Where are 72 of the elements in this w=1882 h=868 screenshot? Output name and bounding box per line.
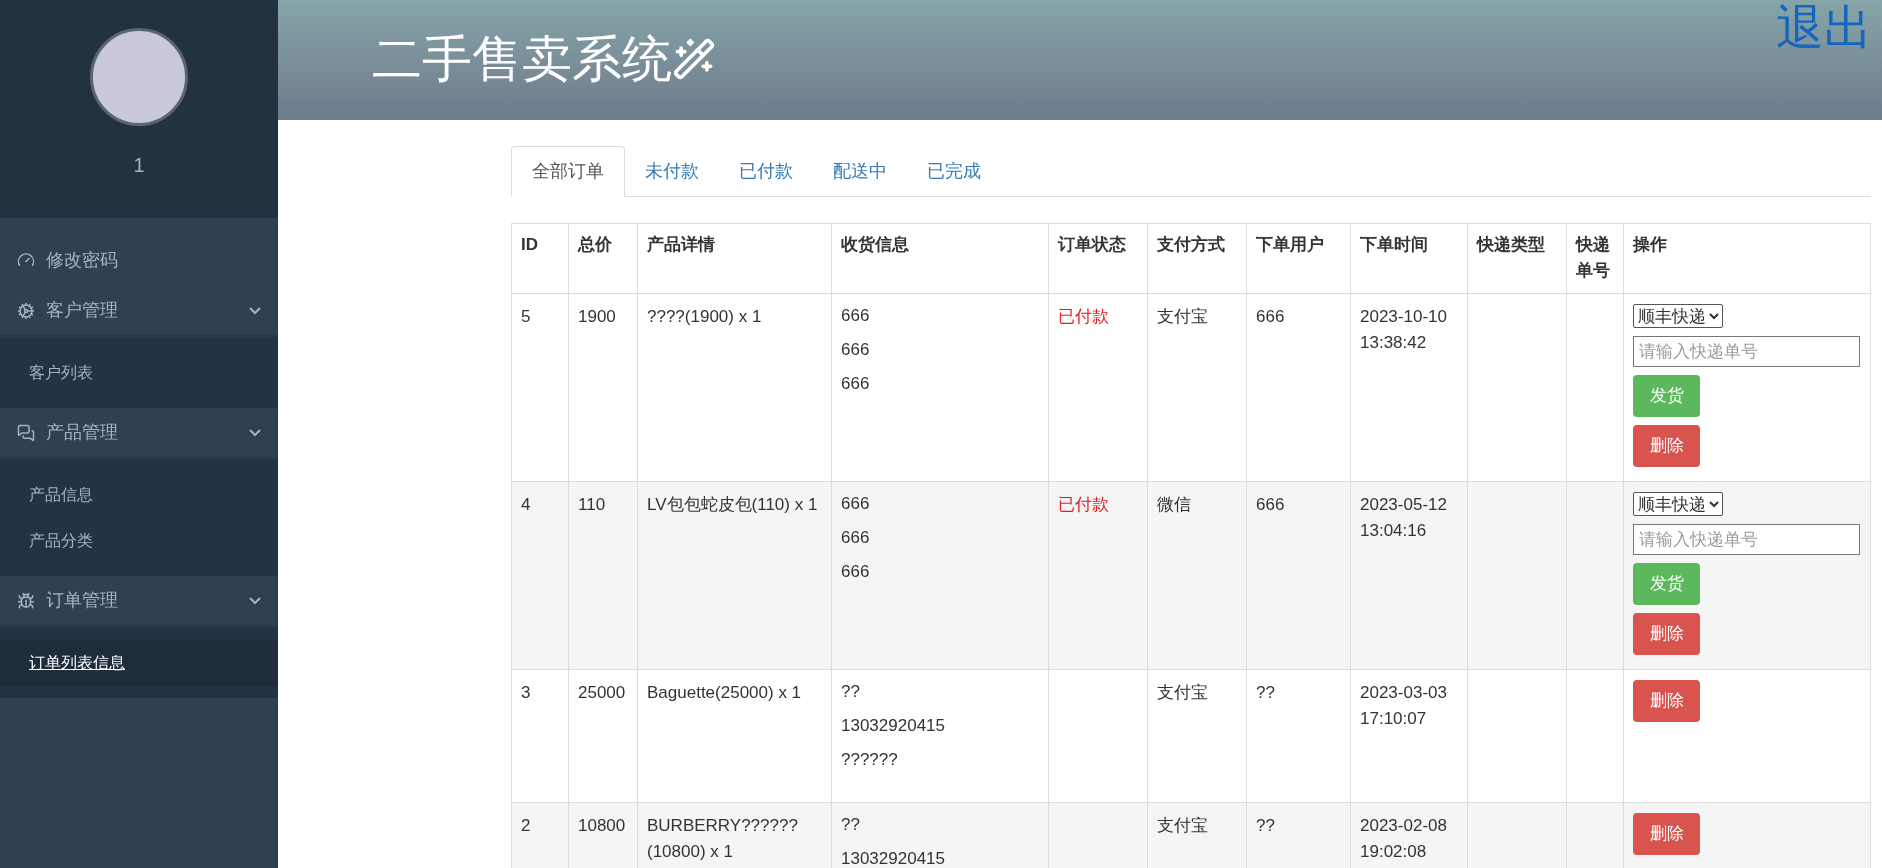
table-cell: 2023-10-10 13:38:42 <box>1350 293 1468 482</box>
menu-icon <box>17 423 35 442</box>
shipping-line: 666 <box>841 494 871 514</box>
tab[interactable]: 配送中 <box>813 146 907 197</box>
column-header: 快递类型 <box>1467 223 1567 294</box>
column-header: 订单状态 <box>1048 223 1148 294</box>
courier-select[interactable]: 顺丰快递 <box>1633 304 1723 328</box>
tracking-input[interactable]: 请输入快递单号 <box>1633 524 1860 555</box>
table-cell: 2 <box>511 802 569 868</box>
table-cell: 微信 <box>1147 481 1247 670</box>
shipping-line: ?? <box>841 815 861 835</box>
delete-button[interactable]: 删除 <box>1633 425 1700 467</box>
app-title: 二手售卖系统 <box>372 30 672 89</box>
table-cell: 4 <box>511 481 569 670</box>
status-text: 已付款 <box>1058 495 1109 514</box>
table-cell: 25000 <box>568 669 638 803</box>
tab[interactable]: 已付款 <box>719 146 813 197</box>
table-cell: LV包包蛇皮包(110) x 1 <box>637 481 832 670</box>
table-cell: 666 <box>1246 293 1351 482</box>
table-cell: Baguette(25000) x 1 <box>637 669 832 803</box>
table-cell: 3 <box>511 669 569 803</box>
column-header: 下单用户 <box>1246 223 1351 294</box>
tab[interactable]: 未付款 <box>625 146 719 197</box>
submenu-item[interactable]: 产品信息 <box>0 472 278 518</box>
shipping-line: 666 <box>841 562 871 582</box>
table-cell: 666 <box>1246 481 1351 670</box>
shipping-line: 666 <box>841 340 871 360</box>
table-cell: 110 <box>568 481 638 670</box>
shipping-line: 666 <box>841 528 871 548</box>
table-cell: 支付宝 <box>1147 669 1247 803</box>
column-header: 收货信息 <box>831 223 1049 294</box>
shipping-line: ?????? <box>841 750 899 770</box>
tab[interactable]: 全部订单 <box>511 146 625 197</box>
table-cell: 2023-03-03 17:10:07 <box>1350 669 1468 803</box>
menu-icon <box>17 591 35 610</box>
tracking-input[interactable]: 请输入快递单号 <box>1633 336 1860 367</box>
magic-wand-icon <box>672 37 716 81</box>
chevron-icon <box>249 306 261 315</box>
submenu-item[interactable]: 产品分类 <box>0 518 278 564</box>
chevron-icon <box>249 428 261 437</box>
user-name: 1 <box>133 153 145 178</box>
column-header: 下单时间 <box>1350 223 1468 294</box>
table-cell: 1900 <box>568 293 638 482</box>
table-cell: 5 <box>511 293 569 482</box>
delete-button[interactable]: 删除 <box>1633 813 1700 855</box>
delete-button[interactable]: 删除 <box>1633 613 1700 655</box>
delete-button[interactable]: 删除 <box>1633 680 1700 722</box>
menu-item[interactable]: 修改密码 <box>0 234 278 286</box>
column-header: 支付方式 <box>1147 223 1247 294</box>
courier-select[interactable]: 顺丰快递 <box>1633 492 1723 516</box>
table-cell: 2023-05-12 13:04:16 <box>1350 481 1468 670</box>
shipping-line: 13032920415 <box>841 716 946 736</box>
shipping-line: 666 <box>841 306 871 326</box>
shipping-line: 666 <box>841 374 871 394</box>
ship-button[interactable]: 发货 <box>1633 563 1700 605</box>
shipping-line: ?? <box>841 682 861 702</box>
column-header: 产品详情 <box>637 223 832 294</box>
column-header: 操作 <box>1623 223 1871 294</box>
table-cell: ?? <box>1246 669 1351 803</box>
table-cell: 支付宝 <box>1147 293 1247 482</box>
chevron-icon <box>249 596 261 605</box>
column-header: 快递单号 <box>1566 223 1624 294</box>
ship-button[interactable]: 发货 <box>1633 375 1700 417</box>
tab[interactable]: 已完成 <box>907 146 1001 197</box>
submenu-item[interactable]: 订单列表信息 <box>0 640 278 686</box>
column-header: 总价 <box>568 223 638 294</box>
table-cell: ????(1900) x 1 <box>637 293 832 482</box>
status-text: 已付款 <box>1058 307 1109 326</box>
menu-icon <box>17 251 35 269</box>
column-header: ID <box>511 223 569 294</box>
menu-icon <box>17 301 35 320</box>
shipping-line: 13032920415 <box>841 849 946 868</box>
